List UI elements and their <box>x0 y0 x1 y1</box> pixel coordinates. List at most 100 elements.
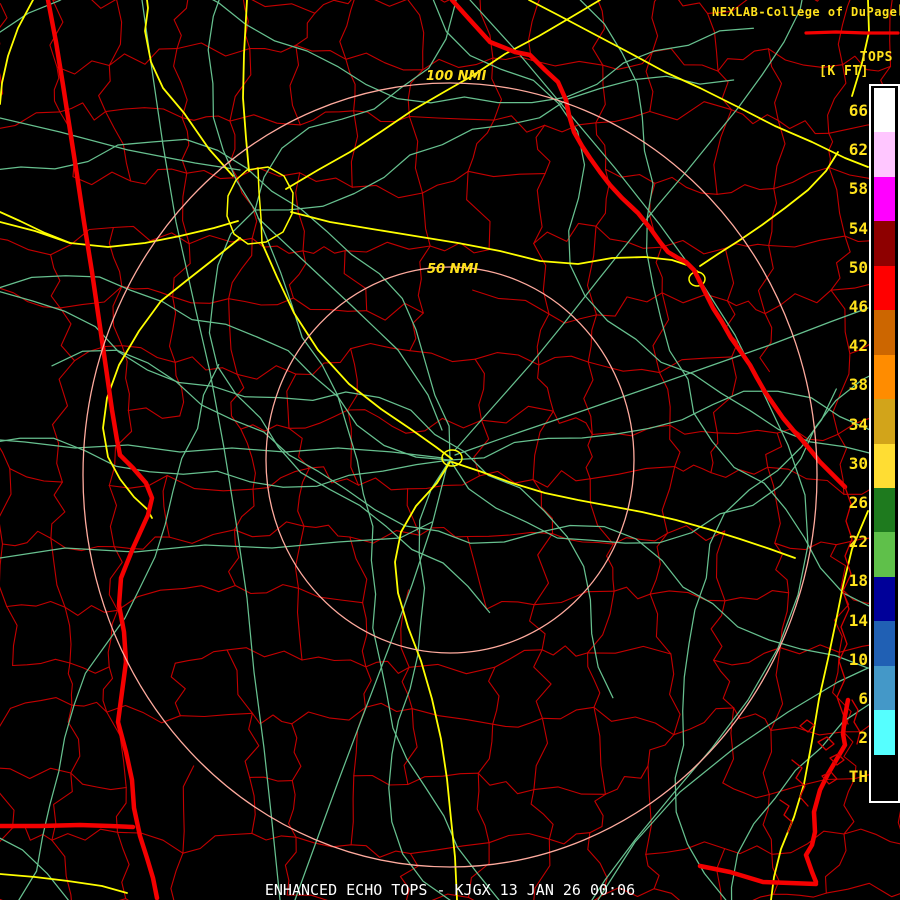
county-boundary <box>233 521 305 538</box>
county-boundary <box>0 707 11 727</box>
county-boundary <box>479 0 494 59</box>
interstate-16 <box>451 461 796 559</box>
county-boundary <box>52 0 117 9</box>
scale-label: 66 <box>848 101 868 120</box>
scale-segment <box>874 532 895 577</box>
scale-segment <box>874 88 895 133</box>
county-boundary <box>229 114 301 126</box>
county-boundary <box>715 530 726 602</box>
scale-label: 26 <box>848 493 868 512</box>
county-boundary <box>532 479 554 535</box>
scale-segment <box>874 443 895 488</box>
road <box>0 275 451 461</box>
county-boundary <box>724 590 790 602</box>
county-boundary <box>288 409 349 429</box>
county-boundary <box>533 173 546 245</box>
county-boundary <box>295 836 352 848</box>
county-boundary <box>347 409 407 434</box>
county-boundary <box>661 292 728 304</box>
county-boundary <box>59 307 76 362</box>
scale-label: 34 <box>848 414 868 434</box>
county-boundary <box>472 289 550 315</box>
county-boundary <box>651 48 719 72</box>
county-boundary <box>299 172 353 188</box>
county-boundary <box>717 48 770 72</box>
county-boundary <box>67 662 73 706</box>
county-boundary <box>172 296 230 304</box>
county-boundary <box>587 652 601 708</box>
county-boundary <box>288 250 307 299</box>
county-boundary <box>230 373 245 430</box>
interstate-75-south <box>394 461 458 900</box>
attribution-text: NEXLAB-College of DuPage <box>712 4 898 19</box>
county-boundary <box>174 356 238 375</box>
county-boundary <box>233 488 255 531</box>
road <box>0 521 433 559</box>
county-boundary <box>51 772 73 841</box>
county-boundary <box>72 171 132 186</box>
county-boundary <box>294 525 305 589</box>
county-boundary <box>589 793 606 834</box>
road <box>674 388 837 900</box>
scale-label: 14 <box>848 610 868 630</box>
county-boundary <box>183 584 236 593</box>
scale-label: 6 <box>858 689 868 708</box>
county-boundary <box>706 12 719 72</box>
county-boundary <box>50 481 66 539</box>
county-boundary <box>407 772 479 786</box>
county-boundary <box>669 424 718 435</box>
county-boundary <box>586 225 598 316</box>
county-boundary <box>108 0 123 67</box>
county-boundary <box>488 666 500 725</box>
county-boundary <box>173 48 188 119</box>
county-boundary <box>541 645 589 657</box>
county-boundary <box>474 358 485 421</box>
county-boundary <box>228 297 294 306</box>
county-boundary <box>541 706 595 720</box>
county-boundary <box>713 109 733 195</box>
county-boundary <box>843 778 856 835</box>
county-boundary <box>0 792 15 829</box>
county-boundary <box>249 776 293 782</box>
county-boundary <box>536 313 550 366</box>
county-boundary <box>6 600 66 608</box>
county-boundary <box>353 774 409 786</box>
county-boundary <box>108 48 178 67</box>
county-boundary <box>669 653 681 736</box>
county-boundary <box>12 658 71 667</box>
county-boundary <box>669 424 681 468</box>
product-units: [K FT] <box>819 64 869 79</box>
county-boundary <box>759 313 773 373</box>
scale-label: 42 <box>848 336 868 356</box>
county-boundary <box>295 348 352 376</box>
county-boundary <box>651 0 659 53</box>
road <box>254 209 500 900</box>
county-boundary <box>182 765 195 854</box>
county-boundary <box>0 767 72 780</box>
scale-segment <box>874 310 895 355</box>
county-boundary <box>722 707 735 784</box>
status-bar: ENHANCED ECHO TOPS - KJGX 13 JAN 26 00:0… <box>264 881 636 899</box>
county-boundary <box>765 432 783 468</box>
county-boundary <box>583 361 594 436</box>
county-boundary <box>492 717 543 728</box>
county-boundary <box>606 543 615 592</box>
county-boundary <box>409 350 476 363</box>
county-boundary <box>548 832 591 845</box>
county-boundary <box>439 0 451 3</box>
county-boundary <box>407 0 425 71</box>
county-boundary <box>649 593 672 655</box>
county-boundary <box>647 734 675 767</box>
county-boundary <box>538 355 589 366</box>
county-boundary <box>713 659 735 709</box>
county-boundary <box>236 365 297 380</box>
county-boundary <box>530 789 554 840</box>
county-boundary <box>291 706 367 725</box>
county-boundary <box>717 70 733 111</box>
radar-map <box>0 0 900 900</box>
county-boundary <box>613 586 651 600</box>
county-boundary <box>0 447 11 470</box>
county-boundary <box>365 660 410 674</box>
road <box>0 437 451 488</box>
county-boundary <box>533 222 597 245</box>
